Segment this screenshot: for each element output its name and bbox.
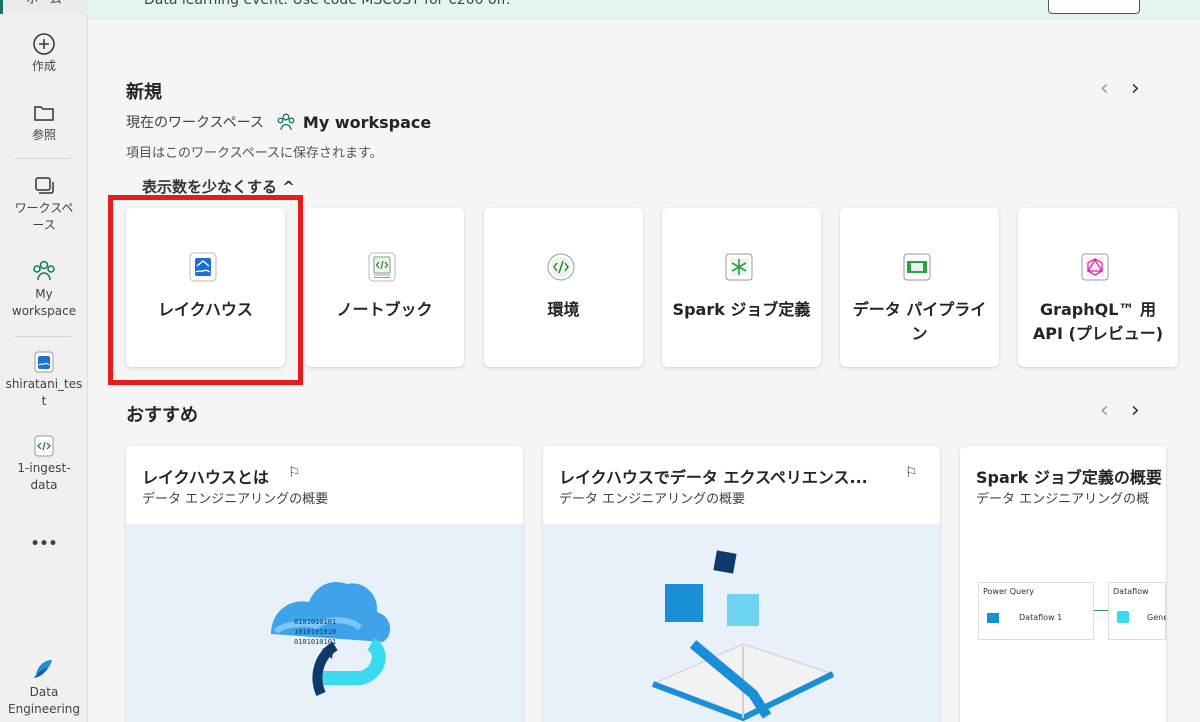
recommended-card-image: Power Query Dataflow 1 Dataflow Gener	[960, 524, 1166, 722]
nav-product-label-2: Engineering	[8, 702, 80, 716]
graphql-icon	[1081, 253, 1109, 281]
nav-create[interactable]: 作成	[0, 32, 88, 75]
promo-banner: Data learning event: Use code MSCUST for…	[88, 0, 1200, 20]
nav-product-label-1: Data	[29, 685, 59, 699]
new-card-notebook[interactable]: ノートブック	[305, 208, 464, 367]
nav-browse-label: 参照	[31, 128, 56, 142]
recommended-card-title: Spark ジョブ定義の概要	[976, 468, 1162, 487]
banner-text: Data learning event: Use code MSCUST for…	[144, 0, 511, 8]
book-cubes-illustration	[651, 550, 835, 722]
recommended-pager: ‹ ›	[1100, 398, 1140, 423]
recommended-section-title: おすすめ	[126, 405, 198, 426]
new-card-environment[interactable]: 環境	[484, 208, 643, 367]
new-card-pipeline[interactable]: データ パイプライン	[840, 208, 999, 367]
workspace-people-icon	[33, 260, 55, 281]
new-section-pager: ‹ ›	[1100, 76, 1140, 101]
current-workspace-line: 現在のワークスペース My workspace	[126, 112, 431, 132]
data-engineering-logo-icon	[34, 660, 52, 678]
nav-item-notebook-label-1: 1-ingest-	[17, 461, 71, 475]
highlight-box	[108, 195, 303, 385]
recommended-card[interactable]: Spark ジョブ定義の概要 データ エンジニアリングの概 Power Quer…	[960, 446, 1166, 722]
recommended-card-subtitle: データ エンジニアリングの概	[976, 492, 1150, 507]
new-card-label: データ パイプライン	[852, 300, 987, 343]
workspace-people-icon	[277, 113, 295, 131]
left-nav: ホーム 作成 参照 ワークスペ ース My workspace shiratan…	[0, 0, 88, 722]
nav-more-button[interactable]: •••	[0, 536, 88, 553]
current-workspace[interactable]: My workspace	[276, 112, 431, 132]
nav-workspaces-label-1: ワークスペ	[14, 201, 74, 215]
dataflow-header-label: Dataflow	[1113, 587, 1149, 596]
nav-divider	[14, 158, 70, 159]
folder-icon	[34, 106, 54, 121]
recommended-card-image: 0101010101 1010101010 0101010101	[126, 524, 523, 722]
svg-text:1010101010: 1010101010	[294, 628, 336, 636]
new-card-label: GraphQL™ 用 API (プレビュー)	[1032, 300, 1164, 343]
notebook-icon	[34, 435, 54, 457]
nav-item-notebook-label-2: data	[30, 478, 58, 492]
connector-arrow	[1094, 610, 1108, 611]
new-section-title: 新規	[126, 82, 162, 103]
recommended-card-subtitle: データ エンジニアリングの概要	[559, 492, 746, 507]
nav-item-notebook[interactable]: 1-ingest- data	[0, 434, 88, 494]
lakehouse-icon	[34, 351, 54, 373]
nav-my-workspace-label-1: My	[35, 287, 53, 301]
banner-button[interactable]	[1048, 0, 1140, 14]
nav-item-lakehouse[interactable]: shiratani_tes t	[0, 350, 88, 410]
nav-divider	[14, 336, 70, 337]
nav-home-label[interactable]: ホーム	[0, 0, 88, 8]
nav-workspaces[interactable]: ワークスペ ース	[0, 174, 88, 234]
prev-arrow-icon[interactable]: ‹	[1100, 398, 1109, 423]
main-content: 新規 ‹ › 現在のワークスペース My workspace 項目はこのワークス…	[88, 20, 1200, 722]
new-card-spark-job[interactable]: Spark ジョブ定義	[662, 208, 821, 367]
nav-workspaces-label-2: ース	[32, 218, 56, 232]
nav-my-workspace[interactable]: My workspace	[0, 258, 88, 320]
recommended-card-image	[543, 524, 940, 722]
workspaces-icon	[35, 177, 54, 194]
prev-arrow-icon[interactable]: ‹	[1100, 76, 1109, 101]
recommended-card[interactable]: レイクハウスでデータ エクスペリエンス... ⚐ データ エンジニアリングの概要	[543, 446, 940, 722]
notebook-icon	[368, 252, 396, 282]
power-query-label: Power Query	[983, 587, 1035, 596]
recommended-card-subtitle: データ エンジニアリングの概要	[142, 492, 329, 507]
cloud-upload-illustration: 0101010101 1010101010 0101010101	[271, 582, 391, 697]
power-query-panel: Power Query Dataflow 1	[978, 582, 1094, 640]
new-card-graphql-api[interactable]: GraphQL™ 用 API (プレビュー)	[1018, 208, 1178, 367]
pipeline-icon	[903, 253, 931, 281]
current-workspace-name: My workspace	[302, 112, 432, 132]
new-card-label: Spark ジョブ定義	[672, 300, 811, 319]
dataflow-icon	[987, 613, 999, 623]
show-less-toggle[interactable]: 表示数を少なくする ^	[142, 176, 295, 197]
svg-text:0101010101: 0101010101	[294, 638, 336, 646]
plus-circle-icon	[33, 33, 55, 55]
current-workspace-label: 現在のワークスペース	[126, 115, 264, 131]
recommended-card[interactable]: レイクハウスとは ⚐ データ エンジニアリングの概要 0101010101 10…	[126, 446, 523, 722]
nav-my-workspace-label-2: workspace	[11, 304, 77, 318]
flag-icon[interactable]: ⚐	[288, 465, 301, 481]
recommended-card-title: レイクハウスとは	[142, 468, 269, 487]
spark-job-icon	[725, 253, 753, 281]
nav-create-label: 作成	[31, 59, 56, 73]
new-card-label: ノートブック	[336, 300, 433, 319]
gen-icon	[1117, 611, 1129, 623]
nav-item-lakehouse-label-2: t	[41, 394, 47, 408]
flag-icon[interactable]: ⚐	[905, 465, 918, 481]
svg-text:0101010101: 0101010101	[294, 618, 336, 626]
save-note: 項目はこのワークスペースに保存されます。	[126, 146, 383, 161]
environment-icon	[547, 253, 575, 281]
nav-item-lakehouse-label-1: shiratani_tes	[5, 377, 83, 391]
next-arrow-icon[interactable]: ›	[1131, 76, 1140, 101]
recommended-card-title: レイクハウスでデータ エクスペリエンス...	[559, 468, 868, 487]
dataflow-item-label: Dataflow 1	[1019, 613, 1063, 622]
nav-product-switcher[interactable]: Data Engineering	[0, 654, 88, 718]
next-arrow-icon[interactable]: ›	[1131, 398, 1140, 423]
dataflow-panel: Dataflow Gener	[1108, 582, 1166, 640]
nav-browse[interactable]: 参照	[0, 101, 88, 144]
gen-label: Gener	[1147, 613, 1166, 622]
new-card-label: 環境	[547, 300, 580, 319]
